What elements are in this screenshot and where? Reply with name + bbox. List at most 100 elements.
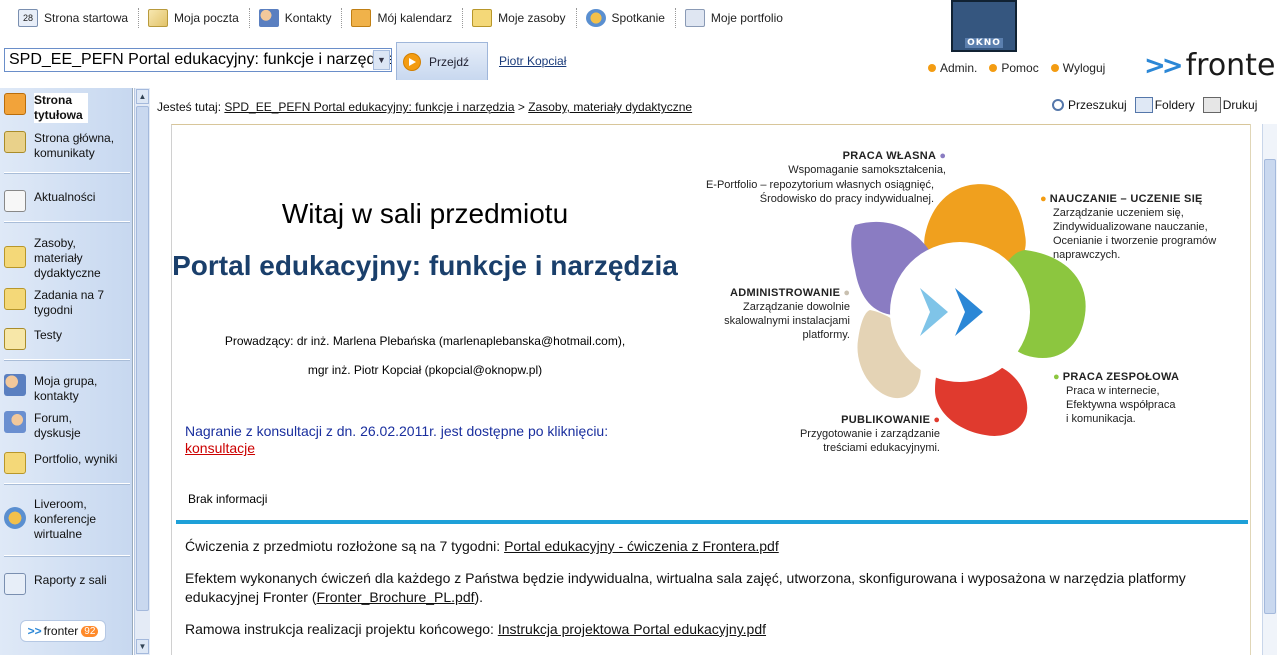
news-icon [4, 190, 26, 212]
label-line: Efektywna współpraca [1066, 399, 1176, 411]
scroll-thumb[interactable] [136, 106, 149, 611]
main-scrollbar[interactable] [1262, 124, 1277, 655]
fronter-chevrons-icon: >> [1144, 50, 1184, 81]
print-icon [1202, 97, 1221, 113]
label-title: NAUCZANIE – UCZENIE SIĘ [1049, 193, 1203, 205]
sidebar-item-liveroom[interactable]: Liveroom, konferencje wirtualne [4, 497, 114, 542]
sidebar-item-label: Strona główna, komunikaty [34, 131, 115, 160]
scroll-up-icon[interactable]: ▲ [136, 89, 149, 104]
label-nauczanie: ● NAUCZANIE – UCZENIE SIĘ Zarządzanie uc… [1040, 193, 1217, 261]
paragraph-text-end: ). [474, 589, 484, 605]
nav-label: Moje zasoby [498, 11, 566, 25]
label-title: PRACA ZESPOŁOWA [1062, 371, 1180, 383]
room-select[interactable]: SPD_EE_PEFN Portal edukacyjny: funkcje i… [4, 48, 392, 72]
print-button[interactable]: Drukuj [1202, 97, 1257, 113]
logout-link[interactable]: Wyloguj [1050, 61, 1106, 75]
sidebar-item-label: Testy [34, 328, 63, 342]
nav-contacts[interactable]: Kontakty [248, 0, 342, 36]
sidebar-fronter-logo: >> fronter 92 [20, 620, 106, 642]
nav-start-page[interactable]: 28 Strona startowa [8, 0, 138, 36]
portfolio-icon [684, 9, 705, 27]
label-line: Praca w internecie, [1066, 385, 1160, 397]
fronter-features-diagram: PRACA WŁASNA ● Wspomaganie samokształcen… [680, 140, 1250, 470]
fronter-logo: >> fronter [1144, 48, 1277, 83]
sidebar-item-portfolio[interactable]: Portfolio, wyniki [4, 452, 117, 474]
bullet-icon [1050, 64, 1059, 72]
reports-icon [4, 573, 26, 595]
sidebar-item-news[interactable]: Aktualności [4, 190, 95, 212]
search-button[interactable]: Przeszukuj [1052, 97, 1127, 113]
nav-my-calendar[interactable]: Mój kalendarz [341, 0, 462, 36]
nav-meeting[interactable]: Spotkanie [575, 0, 675, 36]
sidebar-item-forum[interactable]: Forum, dyskusje [4, 411, 94, 441]
star-center [890, 242, 1030, 382]
nav-my-resources[interactable]: Moje zasoby [462, 0, 575, 36]
bullet-icon [989, 64, 998, 72]
top-links: Admin. Pomoc Wyloguj [928, 61, 1105, 75]
brochure-pdf-link[interactable]: Fronter_Brochure_PL.pdf [317, 589, 475, 605]
liveroom-icon [4, 507, 26, 529]
paragraph-text: Ćwiczenia z przedmiotu rozłożone są na 7… [185, 538, 501, 554]
nav-label: Moje portfolio [710, 11, 783, 25]
admin-link[interactable]: Admin. [928, 61, 977, 75]
sidebar-item-tests[interactable]: Testy [4, 328, 62, 350]
meeting-icon [585, 9, 606, 27]
instruction-pdf-link[interactable]: Instrukcja projektowa Portal edukacyjny.… [498, 621, 766, 637]
admin-label: Admin. [940, 61, 978, 75]
label-line: E-Portfolio – repozytorium własnych osią… [705, 179, 934, 191]
breadcrumb-room-link[interactable]: SPD_EE_PEFN Portal edukacyjny: funkcje i… [224, 100, 514, 114]
exercises-pdf-link[interactable]: Portal edukacyjny - ćwiczenia z Frontera… [504, 538, 779, 554]
label-title: PRACA WŁASNA [842, 150, 937, 162]
label-line: i komunikacja. [1066, 413, 1136, 425]
sidebar-divider [4, 483, 130, 485]
nav-label: Kontakty [284, 11, 332, 25]
sidebar-item-home[interactable]: Strona główna, komunikaty [4, 131, 128, 161]
sidebar-item-label: Liveroom, konferencje wirtualne [34, 497, 97, 541]
mail-icon [148, 9, 169, 27]
sidebar-item-group[interactable]: Moja grupa, kontakty [4, 374, 114, 404]
label-praca-wlasna: PRACA WŁASNA ● Wspomaganie samokształcen… [788, 150, 946, 176]
tests-icon [4, 328, 26, 350]
arrow-right-icon [403, 52, 421, 71]
sidebar-item-resources[interactable]: Zasoby, materiały dydaktyczne [4, 236, 118, 281]
label-praca-zespolowa: ● PRACA ZESPOŁOWA Praca w internecie, Ef… [1053, 371, 1180, 425]
no-info-text: Brak informacji [188, 492, 268, 506]
welcome-heading: Witaj w sali przedmiotu [281, 198, 569, 229]
sidebar-item-reports[interactable]: Raporty z sali [4, 573, 107, 595]
breadcrumb-resources-link[interactable]: Zasoby, materiały dydaktyczne [528, 100, 692, 114]
exercises-paragraph: Ćwiczenia z przedmiotu rozłożone są na 7… [185, 537, 1235, 556]
home-icon [4, 131, 26, 153]
nav-label: Strona startowa [44, 11, 129, 25]
section-divider [176, 520, 1248, 524]
sidebar-divider [4, 555, 130, 557]
search-label: Przeszukuj [1068, 98, 1127, 112]
nav-label: Mój kalendarz [377, 11, 453, 25]
nav-my-portfolio[interactable]: Moje portfolio [674, 0, 793, 36]
sidebar-item-label: Zasoby, materiały dydaktyczne [34, 236, 101, 280]
nav-my-mail[interactable]: Moja poczta [138, 0, 249, 36]
label-line: Ocenianie i tworzenie programów [1053, 235, 1217, 247]
go-button[interactable]: Przejdź [396, 42, 488, 80]
sidebar-item-tasks[interactable]: Zadania na 7 tygodni [4, 288, 118, 318]
help-link[interactable]: Pomoc [989, 61, 1039, 75]
tasks-icon [4, 288, 26, 310]
sidebar-item-title-page[interactable]: Strona tytułowa [4, 93, 88, 123]
logout-label: Wyloguj [1062, 61, 1106, 75]
folders-button[interactable]: Foldery [1134, 97, 1195, 113]
title-page-icon [4, 93, 26, 115]
user-link[interactable]: Piotr Kopciał [499, 54, 566, 68]
label-line: Przygotowanie i zarządzanie [799, 428, 940, 440]
label-line: Zindywidualizowane nauczanie, [1053, 221, 1208, 233]
sidebar-scrollbar[interactable]: ▲ ▼ [134, 88, 150, 655]
breadcrumb: Jesteś tutaj: SPD_EE_PEFN Portal edukacy… [157, 100, 692, 114]
folder-icon [472, 9, 493, 27]
help-label: Pomoc [1001, 61, 1039, 75]
label-publikowanie: PUBLIKOWANIE ● Przygotowanie i zarządzan… [799, 414, 940, 454]
consultation-link[interactable]: konsultacje [185, 440, 255, 456]
sidebar-divider [4, 359, 130, 361]
scroll-thumb[interactable] [1264, 159, 1276, 614]
label-line: platformy. [802, 329, 850, 341]
sidebar-item-label: Raporty z sali [34, 573, 107, 587]
chevron-down-icon[interactable]: ▼ [373, 50, 390, 70]
scroll-down-icon[interactable]: ▼ [136, 639, 149, 654]
